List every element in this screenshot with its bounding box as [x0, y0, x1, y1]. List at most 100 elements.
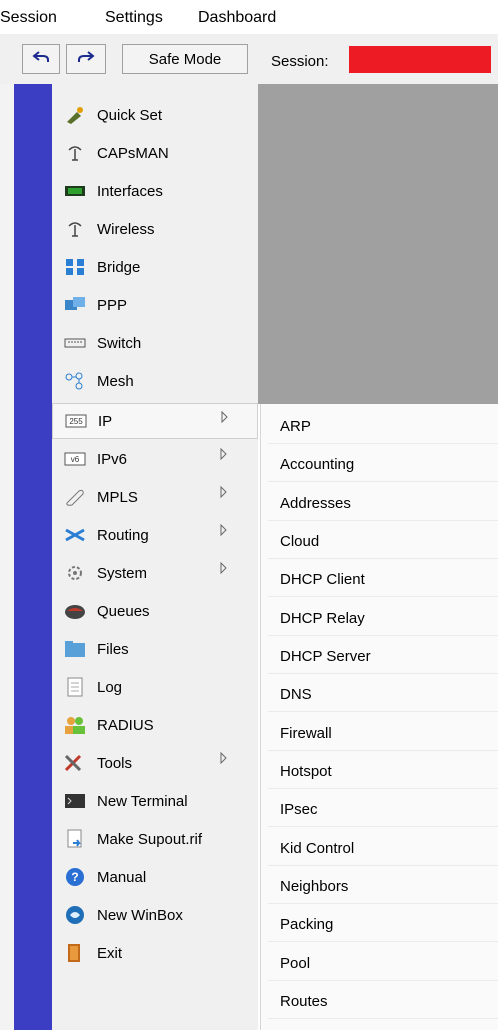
submenu-item-label: Hotspot [280, 763, 332, 780]
submenu-item-label: DNS [280, 686, 312, 703]
antenna-icon [64, 143, 86, 163]
menu-item-manual[interactable]: ? Manual [52, 859, 258, 895]
submenu-item-label: Addresses [280, 495, 351, 512]
menu-item-label: Manual [97, 868, 147, 886]
submenu-item-dns[interactable]: DNS [268, 675, 498, 712]
menu-item-label: Files [97, 640, 129, 658]
tools-icon [64, 753, 86, 773]
file-export-icon [64, 829, 86, 849]
ppp-icon [64, 295, 86, 315]
menu-item-exit[interactable]: Exit [52, 935, 258, 971]
ipv6-icon: v6 [64, 449, 86, 469]
submenu-item-label: Kid Control [280, 840, 355, 857]
routing-icon [64, 525, 86, 545]
menu-item-log[interactable]: Log [52, 669, 258, 705]
submenu-arrow-icon [220, 561, 228, 578]
menu-item-mesh[interactable]: Mesh [52, 363, 258, 399]
exit-icon [64, 943, 86, 963]
submenu-item-dhcp-relay[interactable]: DHCP Relay [268, 599, 498, 636]
safe-mode-button[interactable]: Safe Mode [122, 44, 248, 74]
menu-item-switch[interactable]: Switch [52, 325, 258, 361]
svg-text:?: ? [71, 870, 78, 884]
submenu-item-packing[interactable]: Packing [268, 905, 498, 942]
menu-settings[interactable]: Settings [105, 9, 163, 27]
menu-item-bridge[interactable]: Bridge [52, 249, 258, 285]
submenu-item-hotspot[interactable]: Hotspot [268, 752, 498, 789]
workspace-area [258, 84, 498, 404]
users-icon [64, 715, 86, 735]
menu-item-ipv6[interactable]: v6 IPv6 [52, 441, 258, 477]
menu-item-tools[interactable]: Tools [52, 745, 258, 781]
menu-item-label: Mesh [97, 372, 134, 390]
redo-button[interactable] [66, 44, 106, 74]
submenu-item-pool[interactable]: Pool [268, 944, 498, 981]
menu-item-capsman[interactable]: CAPsMAN [52, 135, 258, 171]
svg-text:255: 255 [69, 417, 83, 426]
submenu-item-cloud[interactable]: Cloud [268, 522, 498, 559]
submenu-item-dhcp-client[interactable]: DHCP Client [268, 560, 498, 597]
submenu-item-firewall[interactable]: Firewall [268, 714, 498, 751]
menu-item-queues[interactable]: Queues [52, 593, 258, 629]
menu-item-new-winbox[interactable]: New WinBox [52, 897, 258, 933]
folder-icon [64, 639, 86, 659]
menu-item-ppp[interactable]: PPP [52, 287, 258, 323]
menu-item-label: Switch [97, 334, 142, 352]
submenu-item-addresses[interactable]: Addresses [268, 484, 498, 521]
menu-item-label: Exit [97, 944, 123, 962]
menu-dashboard[interactable]: Dashboard [198, 9, 276, 27]
menu-item-radius[interactable]: RADIUS [52, 707, 258, 743]
menu-item-make-supout[interactable]: Make Supout.rif [52, 821, 258, 857]
submenu-item-label: DHCP Server [280, 648, 371, 665]
menu-item-interfaces[interactable]: Interfaces [52, 173, 258, 209]
session-value[interactable] [349, 46, 491, 73]
submenu-arrow-icon [220, 447, 228, 464]
menu-item-label: Quick Set [97, 106, 163, 124]
menu-session[interactable]: Session [0, 9, 57, 27]
winbox-icon [64, 905, 86, 925]
bridge-icon [64, 257, 86, 277]
queues-icon [64, 601, 86, 621]
submenu-item-label: Firewall [280, 725, 332, 742]
submenu-item-label: ARP [280, 418, 311, 435]
submenu-arrow-icon [220, 751, 228, 768]
toolbar: Safe Mode Session: [0, 34, 498, 84]
menu-item-wireless[interactable]: Wireless [52, 211, 258, 247]
submenu-item-label: Pool [280, 955, 311, 972]
session-label: Session: [271, 53, 329, 70]
redo-icon [77, 50, 95, 68]
menu-item-label: Wireless [97, 220, 155, 238]
menu-item-label: Bridge [97, 258, 141, 276]
menu-item-new-terminal[interactable]: New Terminal [52, 783, 258, 819]
submenu-item-label: Cloud [280, 533, 320, 550]
submenu-item-dhcp-server[interactable]: DHCP Server [268, 637, 498, 674]
undo-icon [32, 50, 50, 68]
menu-item-quick-set[interactable]: Quick Set [52, 97, 258, 133]
menu-item-system[interactable]: System [52, 555, 258, 591]
submenu-arrow-icon [220, 523, 228, 540]
submenu-item-kid-control[interactable]: Kid Control [268, 829, 498, 866]
gear-icon [64, 563, 86, 583]
menu-item-mpls[interactable]: MPLS [52, 479, 258, 515]
submenu-item-label: Packing [280, 916, 334, 933]
submenu-item-label: DHCP Relay [280, 610, 365, 627]
submenu-item-ipsec[interactable]: IPsec [268, 790, 498, 827]
submenu-arrow-icon [220, 485, 228, 502]
winbox-side-strip [14, 84, 52, 1030]
submenu-item-neighbors[interactable]: Neighbors [268, 867, 498, 904]
undo-button[interactable] [22, 44, 60, 74]
terminal-icon [64, 791, 86, 811]
submenu-item-arp[interactable]: ARP [268, 407, 498, 444]
ip-icon: 255 [65, 411, 87, 431]
menu-item-label: New Terminal [97, 792, 188, 810]
menu-item-label: Routing [97, 526, 149, 544]
menu-item-label: RADIUS [97, 716, 154, 734]
submenu-item-accounting[interactable]: Accounting [268, 445, 498, 482]
antenna-icon [64, 219, 86, 239]
menu-item-label: IPv6 [97, 450, 128, 468]
menu-item-files[interactable]: Files [52, 631, 258, 667]
menu-item-ip[interactable]: 255 IP [52, 403, 258, 439]
menu-item-routing[interactable]: Routing [52, 517, 258, 553]
submenu-item-routes[interactable]: Routes [268, 982, 498, 1019]
log-icon [64, 677, 86, 697]
mesh-icon [64, 371, 86, 391]
